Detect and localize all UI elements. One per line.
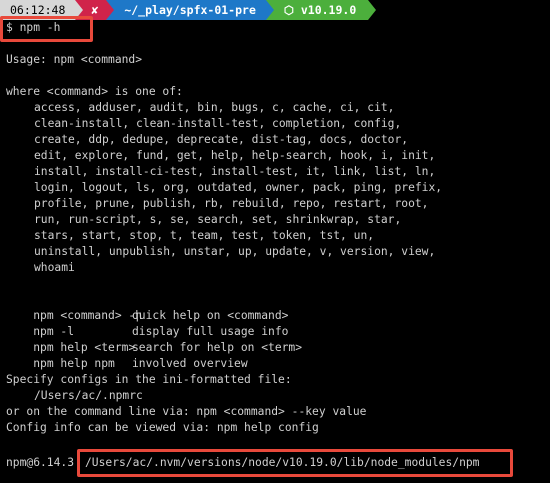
command-list-line: whoami bbox=[34, 261, 75, 274]
usage-line: Usage: npm <command> bbox=[6, 53, 143, 66]
cli-option-line: or on the command line via: npm <command… bbox=[6, 405, 367, 418]
prompt-separator-icon bbox=[265, 0, 274, 20]
command-list-line: create, ddp, dedupe, deprecate, dist-tag… bbox=[34, 133, 409, 146]
command-list-line: uninstall, unpublish, unstar, up, update… bbox=[34, 245, 436, 258]
prompt-separator-icon bbox=[368, 0, 377, 20]
terminal-window[interactable]: 06:12:48 ✘ ~/_play/spfx-01-pre ⬡ v10.19.… bbox=[0, 0, 550, 483]
command-list-line: install, install-ci-test, install-test, … bbox=[34, 165, 436, 178]
help-row-description: involved overview bbox=[132, 357, 248, 370]
prompt-time: 06:12:48 bbox=[0, 0, 76, 20]
command-list-line: run, run-script, s, se, search, set, shr… bbox=[34, 213, 402, 226]
node-version-text: v10.19.0 bbox=[300, 3, 357, 17]
prompt-separator-icon bbox=[75, 0, 84, 20]
help-row-command: npm help npm bbox=[33, 357, 115, 370]
configs-path-line: /Users/ac/.npmrc bbox=[34, 389, 143, 402]
npm-install-path: /Users/ac/.nvm/versions/node/v10.19.0/li… bbox=[85, 456, 480, 469]
command-list-line: stars, start, stop, t, team, test, token… bbox=[34, 229, 375, 242]
prompt-error-status-icon: ✘ bbox=[83, 0, 107, 20]
configs-intro-line: Specify configs in the ini-formatted fil… bbox=[6, 373, 292, 386]
command-list-line: clean-install, clean-install-test, compl… bbox=[34, 117, 402, 130]
prompt-path: ~/_play/spfx-01-pre bbox=[114, 0, 266, 20]
hexagon-icon: ⬡ bbox=[283, 3, 301, 17]
prompt-bar: 06:12:48 ✘ ~/_play/spfx-01-pre ⬡ v10.19.… bbox=[0, 0, 377, 20]
command-list-line: access, adduser, audit, bin, bugs, c, ca… bbox=[34, 101, 395, 114]
command-input-line: $ npm -h bbox=[6, 21, 61, 34]
prompt-separator-icon bbox=[106, 0, 115, 20]
command-list-line: edit, explore, fund, get, help, help-sea… bbox=[34, 149, 436, 162]
command-list-line: profile, prune, publish, rb, rebuild, re… bbox=[34, 197, 429, 210]
prompt-node-version: ⬡ v10.19.0 bbox=[273, 0, 369, 20]
npm-version-prefix: npm@6.14.3 bbox=[6, 456, 75, 469]
command-list-line: login, logout, ls, org, outdated, owner,… bbox=[34, 181, 443, 194]
config-info-line: Config info can be viewed via: npm help … bbox=[6, 421, 319, 434]
where-intro-line: where <command> is one of: bbox=[6, 85, 183, 98]
